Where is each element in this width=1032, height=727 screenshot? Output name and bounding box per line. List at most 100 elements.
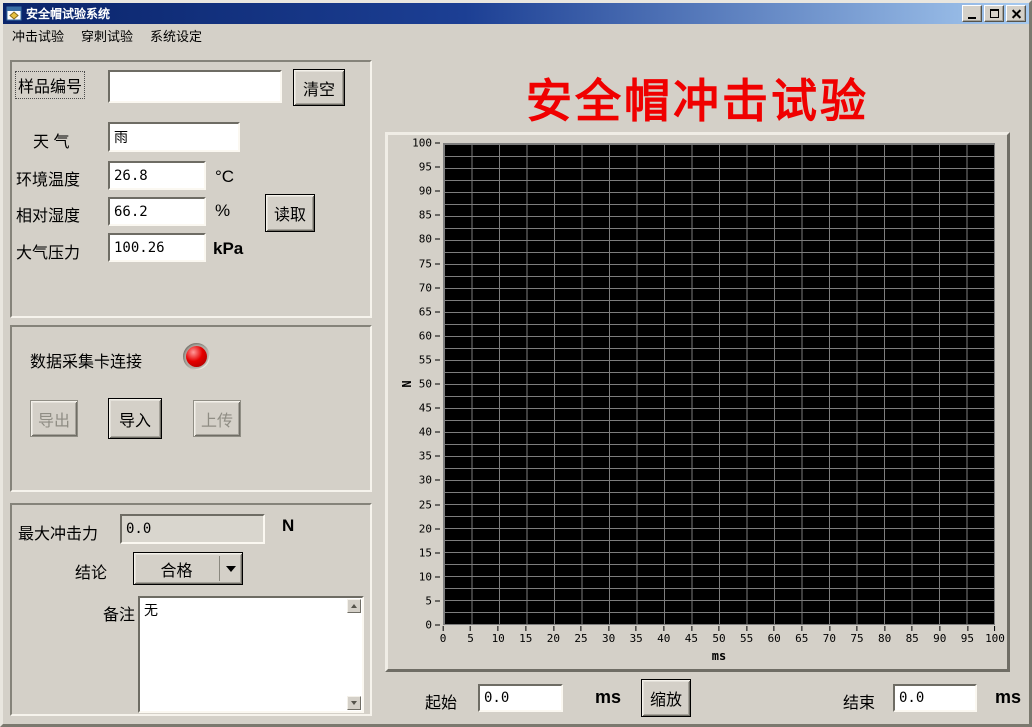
menu-bar: 冲击试验 穿刺试验 系统设定 — [3, 24, 1029, 47]
x-tick: 50 — [712, 626, 725, 645]
weather-input[interactable] — [108, 122, 240, 152]
y-tick: 65 — [419, 305, 440, 318]
y-tick: 20 — [419, 522, 440, 535]
x-tick: 75 — [850, 626, 863, 645]
y-tick: 90 — [419, 185, 440, 198]
y-tick: 60 — [419, 329, 440, 342]
maximize-button[interactable] — [984, 5, 1004, 22]
result-panel: 最大冲击力 0.0 N 结论 合格 备注 无 — [10, 503, 372, 716]
y-tick: 0 — [425, 619, 440, 632]
zoom-button[interactable]: 缩放 — [641, 679, 691, 717]
start-label: 起始 — [425, 689, 457, 713]
sample-info-panel: 样品编号 清空 天 气 环境温度 °C 相对湿度 % 读取 大气压力 kPa — [10, 60, 372, 318]
start-unit: ms — [595, 687, 621, 708]
y-tick: 55 — [419, 353, 440, 366]
combo-arrow-button[interactable] — [220, 553, 242, 584]
export-button[interactable]: 导出 — [30, 400, 78, 437]
y-tick: 30 — [419, 474, 440, 487]
x-tick: 45 — [685, 626, 698, 645]
window-controls — [962, 5, 1026, 22]
y-tick: 40 — [419, 426, 440, 439]
clear-button[interactable]: 清空 — [293, 69, 345, 106]
end-input[interactable] — [893, 684, 977, 712]
x-tick: 35 — [630, 626, 643, 645]
x-tick: 5 — [467, 626, 474, 645]
title-bar: 安全帽试验系统 — [3, 3, 1029, 24]
plot-area[interactable] — [443, 143, 995, 625]
x-tick: 55 — [740, 626, 753, 645]
close-button[interactable] — [1006, 5, 1026, 22]
y-tick: 5 — [425, 594, 440, 607]
read-button[interactable]: 读取 — [265, 194, 315, 232]
import-button[interactable]: 导入 — [108, 398, 162, 439]
remarks-scroll-down-button[interactable] — [347, 696, 361, 710]
y-tick: 35 — [419, 450, 440, 463]
humidity-label: 相对湿度 — [16, 202, 80, 226]
temperature-unit: °C — [215, 167, 234, 187]
max-force-display: 0.0 — [120, 514, 265, 544]
x-tick: 30 — [602, 626, 615, 645]
waveform-graph: N ms 05101520253035404550556065707580859… — [385, 132, 1010, 672]
y-axis-label: N — [399, 380, 413, 387]
arrow-down-icon — [351, 701, 357, 705]
x-tick: 15 — [519, 626, 532, 645]
sample-number-input[interactable] — [108, 70, 282, 103]
x-tick: 80 — [878, 626, 891, 645]
y-tick: 15 — [419, 546, 440, 559]
x-tick: 95 — [961, 626, 974, 645]
conclusion-value: 合格 — [134, 553, 219, 584]
x-tick: 100 — [985, 626, 1005, 645]
arrow-up-icon — [351, 604, 357, 608]
menu-item-impact-test[interactable]: 冲击试验 — [10, 24, 66, 47]
menu-item-system-settings[interactable]: 系统设定 — [148, 24, 204, 47]
y-tick: 50 — [419, 378, 440, 391]
start-input[interactable] — [478, 684, 563, 712]
remarks-field: 无 — [138, 596, 364, 713]
temperature-input[interactable] — [108, 161, 206, 190]
pressure-input[interactable] — [108, 233, 206, 262]
y-tick: 25 — [419, 498, 440, 511]
daq-panel: 数据采集卡连接 导出 导入 上传 — [10, 325, 372, 492]
pressure-unit: kPa — [213, 239, 243, 259]
pressure-label: 大气压力 — [16, 239, 80, 263]
connection-led-indicator — [183, 343, 210, 370]
x-tick: 85 — [906, 626, 919, 645]
conclusion-label: 结论 — [75, 559, 107, 583]
x-tick: 40 — [657, 626, 670, 645]
chevron-down-icon — [226, 566, 236, 572]
menu-item-puncture-test[interactable]: 穿刺试验 — [79, 24, 135, 47]
remarks-textarea[interactable]: 无 — [140, 598, 346, 711]
x-tick: 25 — [574, 626, 587, 645]
x-axis-label: ms — [712, 649, 726, 663]
app-icon — [6, 6, 22, 21]
end-unit: ms — [995, 687, 1021, 708]
humidity-unit: % — [215, 201, 230, 221]
y-tick: 80 — [419, 233, 440, 246]
y-tick: 95 — [419, 161, 440, 174]
y-tick: 100 — [412, 137, 440, 150]
app-window: 安全帽试验系统 冲击试验 穿刺试验 系统设定 样品编号 清空 天 气 环境温度 … — [0, 0, 1032, 727]
page-title: 安全帽冲击试验 — [385, 65, 1010, 131]
maximize-icon — [990, 9, 999, 18]
upload-button[interactable]: 上传 — [193, 400, 241, 437]
sample-number-label: 样品编号 — [15, 71, 85, 99]
window-title: 安全帽试验系统 — [26, 5, 962, 22]
chart-inner: N ms 05101520253035404550556065707580859… — [388, 135, 1007, 669]
x-tick: 0 — [440, 626, 447, 645]
y-tick: 85 — [419, 209, 440, 222]
led-icon — [186, 346, 207, 367]
minimize-button[interactable] — [962, 5, 982, 22]
close-icon — [1011, 8, 1022, 19]
humidity-input[interactable] — [108, 197, 206, 226]
x-tick: 10 — [492, 626, 505, 645]
remarks-scroll-up-button[interactable] — [347, 599, 361, 613]
y-tick: 70 — [419, 281, 440, 294]
conclusion-dropdown[interactable]: 合格 — [133, 552, 243, 585]
x-tick: 60 — [768, 626, 781, 645]
max-force-label: 最大冲击力 — [18, 520, 98, 544]
x-tick: 90 — [933, 626, 946, 645]
y-tick: 75 — [419, 257, 440, 270]
y-tick: 10 — [419, 570, 440, 583]
max-force-unit: N — [282, 516, 294, 536]
end-label: 结束 — [843, 689, 875, 713]
